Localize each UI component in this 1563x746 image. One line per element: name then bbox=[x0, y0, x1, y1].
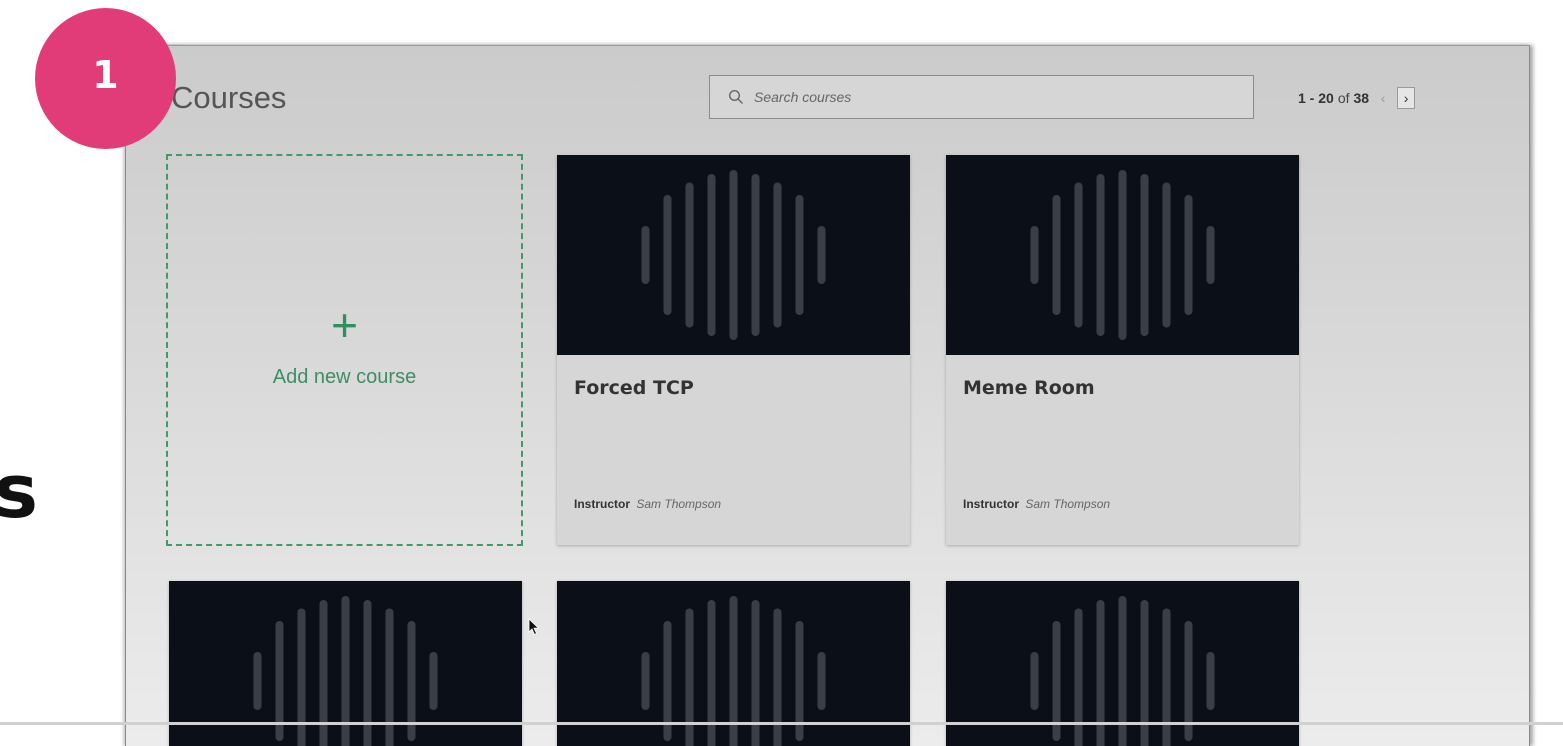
waveform-bar bbox=[1207, 652, 1215, 710]
mouse-cursor-icon bbox=[528, 618, 540, 636]
waveform-bar bbox=[1031, 652, 1039, 710]
next-page-button[interactable]: › bbox=[1397, 87, 1415, 109]
waveform-bar bbox=[1185, 195, 1193, 315]
prev-page-button[interactable]: ‹ bbox=[1374, 87, 1392, 109]
step-number-badge: 1 bbox=[35, 8, 176, 149]
waveform-bar bbox=[1075, 609, 1083, 746]
waveform-bar bbox=[730, 170, 738, 340]
waveform-bar bbox=[298, 609, 306, 746]
pagination-total: 38 bbox=[1354, 90, 1370, 106]
waveform-bar bbox=[686, 609, 694, 746]
waveform-bar bbox=[1141, 174, 1149, 336]
instructor-label: Instructor bbox=[574, 497, 630, 511]
waveform-bar bbox=[1207, 226, 1215, 284]
waveform-bar bbox=[774, 609, 782, 746]
pagination-of: of bbox=[1338, 90, 1350, 106]
waveform-bar bbox=[818, 652, 826, 710]
waveform-bar bbox=[664, 195, 672, 315]
courses-screenshot-frame: Courses 1 - 20 of 38 ‹ › + Add new cours… bbox=[125, 45, 1530, 746]
course-instructor: Instructor Sam Thompson bbox=[963, 497, 1110, 511]
course-title[interactable]: Meme Room bbox=[963, 377, 1095, 399]
search-box[interactable] bbox=[709, 75, 1254, 119]
pagination-range: 1 - 20 bbox=[1298, 90, 1334, 106]
page-title: Courses bbox=[171, 80, 286, 116]
add-new-course-card[interactable]: + Add new course bbox=[166, 154, 523, 546]
waveform-bar bbox=[430, 652, 438, 710]
course-thumbnail bbox=[946, 155, 1299, 355]
waveform-bar bbox=[774, 183, 782, 328]
waveform-bar bbox=[1163, 183, 1171, 328]
course-card[interactable]: Meme Room Instructor Sam Thompson bbox=[946, 155, 1299, 545]
search-input[interactable] bbox=[752, 88, 1253, 106]
instructor-name: Sam Thompson bbox=[636, 497, 721, 511]
waveform-bar bbox=[1075, 183, 1083, 328]
waveform-bar bbox=[818, 226, 826, 284]
waveform-bar bbox=[1119, 170, 1127, 340]
slide-text-fragment: s bbox=[0, 455, 38, 529]
pagination: 1 - 20 of 38 ‹ › bbox=[1298, 87, 1415, 109]
waveform-bar bbox=[708, 174, 716, 336]
instructor-label: Instructor bbox=[963, 497, 1019, 511]
course-thumbnail bbox=[557, 155, 910, 355]
waveform-bar bbox=[254, 652, 262, 710]
add-new-course-label: Add new course bbox=[273, 366, 416, 389]
step-number: 1 bbox=[92, 53, 118, 97]
course-instructor: Instructor Sam Thompson bbox=[574, 497, 721, 511]
waveform-bar bbox=[1031, 226, 1039, 284]
waveform-bar bbox=[642, 226, 650, 284]
waveform-bar bbox=[686, 183, 694, 328]
plus-icon: + bbox=[331, 302, 358, 348]
instructor-name: Sam Thompson bbox=[1025, 497, 1110, 511]
waveform-bar bbox=[642, 652, 650, 710]
divider bbox=[0, 722, 1563, 725]
search-icon bbox=[728, 89, 744, 105]
waveform-bar bbox=[386, 609, 394, 746]
course-card[interactable]: Forced TCP Instructor Sam Thompson bbox=[557, 155, 910, 545]
course-title[interactable]: Forced TCP bbox=[574, 377, 694, 399]
waveform-bar bbox=[1053, 195, 1061, 315]
waveform-bar bbox=[796, 195, 804, 315]
waveform-bar bbox=[1163, 609, 1171, 746]
waveform-bar bbox=[1097, 174, 1105, 336]
waveform-bar bbox=[752, 174, 760, 336]
